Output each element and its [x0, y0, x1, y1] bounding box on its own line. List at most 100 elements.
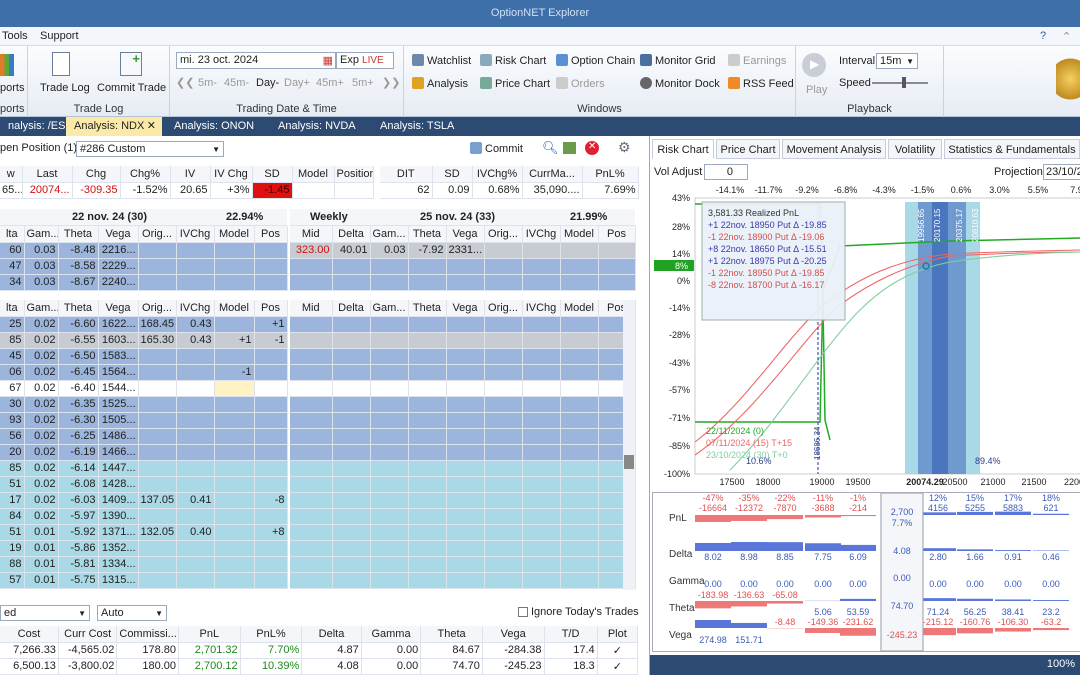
table-row[interactable] [290, 476, 636, 493]
table-row[interactable] [290, 412, 636, 429]
step-45m-back[interactable]: 45m- [224, 77, 249, 89]
table-row[interactable]: 19 0.01 -5.86 1352... [0, 540, 288, 557]
table-row[interactable]: 51 0.01 -5.92 1371... 132.05 0.40 +8 [0, 524, 288, 541]
trade-row[interactable]: 6,500.13 -3,800.02 180.00 2,700.12 10.39% 4.0… [0, 658, 639, 675]
orders-button[interactable]: Orders [556, 77, 605, 90]
play-icon[interactable]: ▶ [802, 53, 826, 77]
table-row[interactable] [290, 508, 636, 525]
table-row[interactable] [290, 428, 636, 445]
tab-risk-chart[interactable]: Risk Chart [652, 139, 714, 159]
help-icon[interactable]: ? [1040, 30, 1046, 42]
table-row[interactable]: 93 0.02 -6.30 1505... [0, 412, 288, 429]
table-row[interactable]: 34 0.03 -8.67 2240... [0, 274, 288, 291]
table-row[interactable]: 57 0.01 -5.75 1315... [0, 572, 288, 589]
trade-log-button[interactable]: Trade Log [40, 82, 90, 94]
table-row[interactable] [290, 540, 636, 557]
exp-live-toggle[interactable]: Exp LIVE [336, 52, 394, 69]
auto-select[interactable]: Auto ▼ [97, 605, 167, 621]
step-5m-forward[interactable]: 5m+ [352, 77, 374, 89]
table-row[interactable] [290, 364, 636, 381]
earnings-button[interactable]: Earnings [728, 54, 786, 67]
vol-adjust-input[interactable]: 0 [704, 164, 748, 180]
table-row[interactable]: 56 0.02 -6.25 1486... [0, 428, 288, 445]
step-day-back[interactable]: Day- [256, 77, 279, 89]
table-row[interactable]: 85 0.02 -6.55 1603... 165.30 0.43 +1 -1 [0, 332, 288, 349]
tab-statistics[interactable]: Statistics & Fundamentals [944, 139, 1080, 159]
commit-trade-icon[interactable]: + [120, 51, 142, 76]
play-button[interactable]: Play [806, 84, 827, 96]
table-row[interactable]: 323.00 40.01 0.03 -7.92 2331... [290, 242, 636, 259]
table-row[interactable]: 06 0.02 -6.45 1564... -1 [0, 364, 288, 381]
tab-volatility[interactable]: Volatility [888, 139, 942, 159]
ignore-trades-checkbox[interactable] [518, 607, 528, 617]
table-row[interactable] [290, 332, 636, 349]
trade-row[interactable]: 7,266.33 -4,565.02 178.80 2,701.32 7.70% 4.87… [0, 642, 639, 659]
projection-input[interactable]: 23/10/2 [1043, 164, 1080, 180]
table-header[interactable]: Mid Delta Gam... Theta Vega Orig... IVChg Model… [290, 226, 636, 243]
table-row[interactable] [290, 316, 636, 333]
date-input[interactable]: mi. 23 oct. 2024 ▦ [176, 52, 336, 69]
speed-slider[interactable] [872, 77, 928, 88]
monitor-dock-button[interactable]: Monitor Dock [640, 77, 720, 90]
table-row[interactable] [290, 380, 636, 397]
table-row[interactable] [290, 524, 636, 541]
menu-support[interactable]: Support [40, 30, 79, 42]
step-forward-icon[interactable]: ❯❯ [382, 76, 400, 89]
table-header[interactable]: Mid Delta Gam... Theta Vega Orig... IVChg Model… [290, 300, 636, 317]
option-chain-button[interactable]: Option Chain [556, 54, 635, 67]
table-row[interactable]: 60 0.03 -8.48 2216... [0, 242, 288, 259]
calendar-icon[interactable]: ▦ [323, 54, 333, 67]
table-row[interactable]: 67 0.02 -6.40 1544... [0, 380, 288, 397]
table-row[interactable] [290, 396, 636, 413]
reports-icon[interactable] [0, 54, 14, 76]
table-row[interactable] [290, 492, 636, 509]
pin-icon[interactable]: ⌃ [1062, 30, 1071, 43]
table-row[interactable]: 84 0.02 -5.97 1390... [0, 508, 288, 525]
price-chart-button[interactable]: Price Chart [480, 77, 550, 90]
tab-price-chart[interactable]: Price Chart [716, 139, 780, 159]
step-day-forward[interactable]: Day+ [284, 77, 310, 89]
trade-log-icon[interactable] [52, 52, 70, 76]
step-5m-back[interactable]: 5m- [198, 77, 217, 89]
table-header[interactable]: lta Gam... Theta Vega Orig... IVChg Model Pos [0, 226, 288, 243]
position-select[interactable]: #286 Custom ▼ [76, 141, 224, 157]
table-row[interactable]: 88 0.01 -5.81 1334... [0, 556, 288, 573]
table-row[interactable] [290, 348, 636, 365]
search-icon[interactable]: 🔍︎ [542, 140, 559, 156]
settings-gear-icon[interactable]: ⚙ [618, 139, 631, 156]
tab-onon[interactable]: Analysis: ONON [166, 117, 262, 136]
table-row[interactable] [290, 572, 636, 589]
table-row[interactable] [290, 258, 636, 275]
table-row[interactable]: 47 0.03 -8.58 2229... [0, 258, 288, 275]
tab-nvda[interactable]: Analysis: NVDA [270, 117, 364, 136]
table-header[interactable]: lta Gam... Theta Vega Orig... IVChg Model Pos [0, 300, 288, 317]
view-select[interactable]: ed ▼ [0, 605, 90, 621]
step-45m-forward[interactable]: 45m+ [316, 77, 344, 89]
chain-scrollbar[interactable] [623, 300, 635, 590]
analysis-button[interactable]: Analysis [412, 77, 468, 90]
export-icon[interactable] [563, 142, 576, 154]
table-row[interactable]: 45 0.02 -6.50 1583... [0, 348, 288, 365]
watchlist-button[interactable]: Watchlist [412, 54, 471, 67]
table-row[interactable]: 25 0.02 -6.60 1622... 168.45 0.43 +1 [0, 316, 288, 333]
table-row[interactable]: 51 0.02 -6.08 1428... [0, 476, 288, 493]
commit-button[interactable]: Commit [470, 142, 523, 155]
reports-button[interactable]: ports [0, 82, 24, 94]
tab-movement-analysis[interactable]: Movement Analysis [782, 139, 886, 159]
table-row[interactable]: 20 0.02 -6.19 1466... [0, 444, 288, 461]
interval-select[interactable]: 15m ▼ [876, 53, 918, 69]
rss-feed-button[interactable]: RSS Feed [728, 77, 794, 90]
table-row[interactable] [290, 460, 636, 477]
tab-ndx[interactable]: Analysis: NDX ✕ [66, 117, 162, 136]
table-row[interactable]: 85 0.02 -6.14 1447... [0, 460, 288, 477]
table-row[interactable]: 17 0.02 -6.03 1409... 137.05 0.41 -8 [0, 492, 288, 509]
table-row[interactable] [290, 444, 636, 461]
tab-tsla[interactable]: Analysis: TSLA [372, 117, 462, 136]
table-row[interactable] [290, 274, 636, 291]
step-back-icon[interactable]: ❮❮ [176, 76, 194, 89]
risk-chart[interactable]: -14.1% -11.7% -9.2% -6.8% -4.3% -1.5% 0.6% 3.0%… [650, 180, 1080, 490]
table-row[interactable] [290, 556, 636, 573]
table-header[interactable]: Cost Curr Cost Commissi... PnL PnL% Delta Gamm… [0, 626, 639, 643]
menu-tools[interactable]: Tools [2, 30, 28, 42]
commit-trade-button[interactable]: Commit Trade [97, 82, 166, 94]
